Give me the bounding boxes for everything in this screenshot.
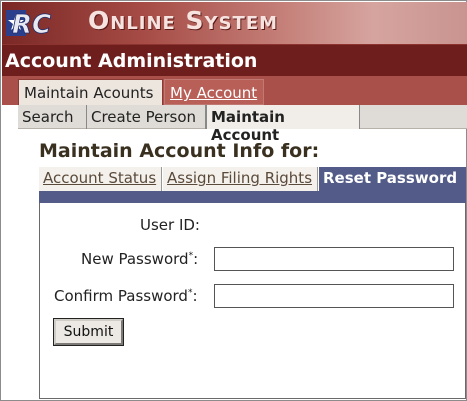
app-title: Online System (88, 6, 279, 35)
page-heading: Maintain Account Info for: (39, 140, 320, 162)
section-title-bar: Account Administration (2, 44, 467, 76)
confirm-password-label-text: Confirm Password (54, 287, 188, 305)
confirm-password-input[interactable] (214, 284, 454, 308)
rrc-logo: RC (6, 10, 52, 38)
new-password-input[interactable] (214, 247, 454, 271)
new-password-label-text: New Password (81, 250, 189, 268)
subnav-maintain-account[interactable]: Maintain Account (206, 105, 360, 144)
subnav-create-person[interactable]: Create Person (87, 105, 206, 129)
label-colon: : (193, 250, 199, 268)
inner-tab-underline (39, 191, 466, 203)
sub-navigation: Search Create Person Maintain Account (2, 105, 467, 144)
inner-tab-row: Account Status Assign Filing Rights Rese… (39, 167, 466, 191)
subnav-search[interactable]: Search (18, 105, 87, 129)
new-password-label: New Password*: (81, 250, 198, 268)
tab-maintain-accounts[interactable]: Maintain Acounts (18, 79, 163, 105)
tab-assign-filing-rights[interactable]: Assign Filing Rights (163, 167, 318, 191)
confirm-password-label: Confirm Password*: (54, 287, 198, 305)
submit-button[interactable]: Submit (53, 318, 124, 346)
main-tab-row: Maintain Acounts My Account (2, 76, 467, 105)
label-colon: : (192, 287, 198, 305)
tab-reset-password[interactable]: Reset Password (319, 167, 466, 191)
user-id-label: User ID: (140, 216, 200, 234)
app-window: RC Online System Account Administration … (0, 0, 467, 401)
svg-text:RC: RC (12, 10, 51, 38)
section-title: Account Administration (5, 50, 258, 72)
tab-my-account[interactable]: My Account (164, 79, 264, 105)
header-banner: RC Online System (2, 2, 467, 44)
tab-account-status[interactable]: Account Status (39, 167, 162, 191)
